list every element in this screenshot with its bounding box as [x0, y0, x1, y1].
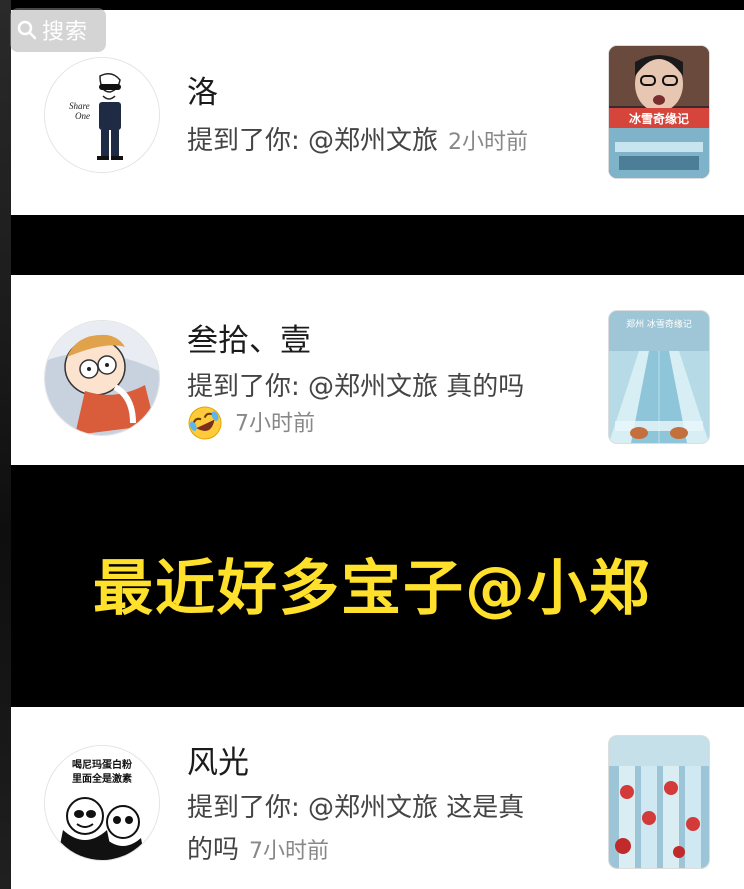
avatar-text: 里面全是激素 — [72, 772, 132, 785]
mention-action-cont: 的吗 — [187, 835, 240, 865]
mention-action: 提到了你: @郑州文旅 真的吗 — [187, 372, 525, 402]
svg-text:One: One — [75, 111, 90, 121]
thumb-caption: 郑州 冰雪奇缘记 — [626, 318, 692, 330]
meta-row: 7小时前 — [187, 405, 315, 441]
timestamp: 7小时前 — [249, 839, 330, 864]
search-icon — [17, 20, 37, 40]
notification-item[interactable]: 喝尼玛蛋白粉 里面全是激素 风光 提到了你: @郑州文旅 这是真 的吗 7小时前 — [11, 707, 744, 889]
notification-item[interactable]: 叁拾、壹 提到了你: @郑州文旅 真的吗 7小时前 郑州 冰雪奇缘记 — [11, 275, 744, 465]
user-name[interactable]: 风光 — [187, 737, 249, 782]
user-name[interactable]: 叁拾、壹 — [187, 315, 311, 360]
rofl-emoji-icon — [188, 406, 222, 440]
mention-action: 提到了你: @郑州文旅 这是真 — [187, 793, 525, 823]
svg-text:Share: Share — [69, 101, 90, 111]
video-thumbnail[interactable] — [609, 736, 709, 868]
avatar-text: 喝尼玛蛋白粉 — [72, 758, 132, 771]
notification-item[interactable]: Share One 洛 提到了你: @郑州文旅 2小时前 冰雪奇缘记 — [11, 10, 744, 215]
timestamp: 7小时前 — [235, 411, 315, 437]
mention-action: 提到了你: @郑州文旅 — [187, 126, 439, 156]
left-edge-strip — [0, 0, 11, 889]
mention-text: 提到了你: @郑州文旅 2小时前 — [187, 120, 528, 157]
search-button[interactable]: 搜索 — [10, 8, 106, 52]
cartoon-sleeping-avatar-icon[interactable] — [44, 320, 160, 436]
video-thumbnail[interactable]: 冰雪奇缘记 — [609, 46, 709, 178]
mention-text: 的吗 7小时前 — [187, 829, 329, 866]
search-label: 搜索 — [42, 20, 89, 45]
video-thumbnail[interactable]: 郑州 冰雪奇缘记 — [609, 311, 709, 443]
panda-meme-avatar-icon[interactable]: 喝尼玛蛋白粉 里面全是激素 — [44, 745, 160, 861]
timestamp: 2小时前 — [448, 130, 529, 155]
fashion-boy-avatar-icon[interactable]: Share One — [44, 57, 160, 173]
thumb-caption: 冰雪奇缘记 — [629, 111, 689, 126]
user-name[interactable]: 洛 — [187, 67, 218, 112]
video-caption: 最近好多宝子@小郑 — [93, 554, 651, 624]
